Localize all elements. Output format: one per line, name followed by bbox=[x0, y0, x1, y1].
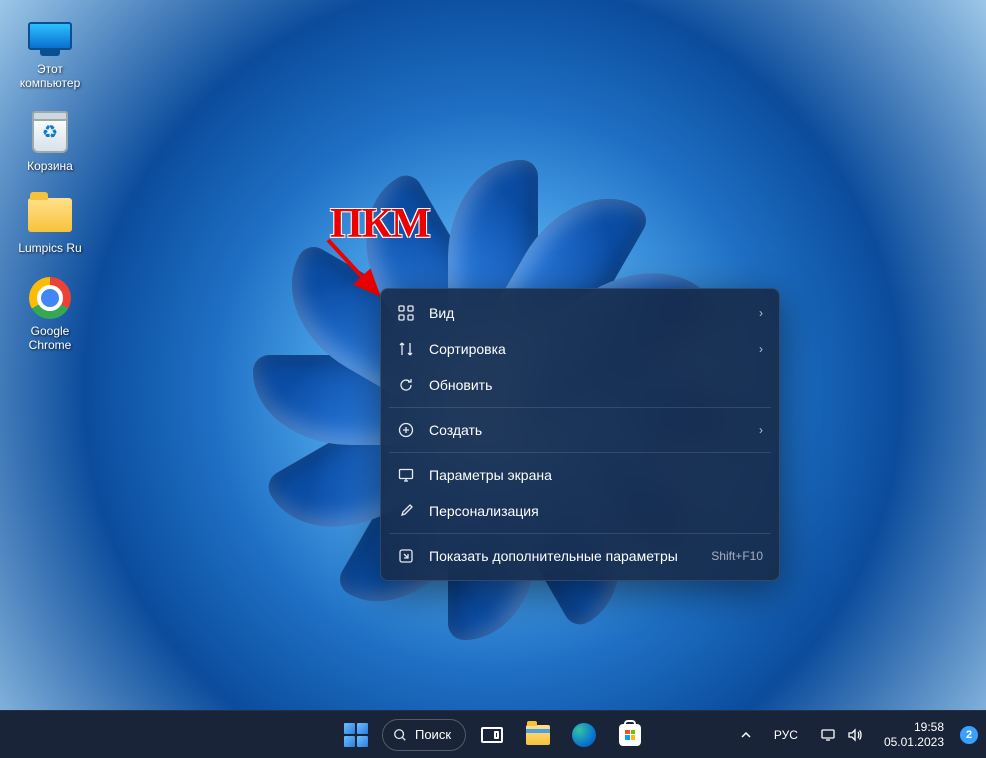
volume-icon bbox=[846, 727, 862, 743]
menu-shortcut: Shift+F10 bbox=[711, 549, 763, 563]
store-icon bbox=[619, 724, 641, 746]
menu-item-new[interactable]: Создать › bbox=[387, 412, 773, 448]
search-label: Поиск bbox=[415, 727, 451, 742]
desktop[interactable]: Этот компьютер ♻ Корзина Lumpics Ru Goog… bbox=[0, 0, 986, 710]
time-label: 19:58 bbox=[884, 720, 944, 734]
chrome-icon bbox=[29, 277, 71, 319]
explorer-button[interactable] bbox=[518, 715, 558, 755]
taskbar: Поиск РУС 19:58 05.01.2023 2 bbox=[0, 710, 986, 758]
menu-label: Вид bbox=[429, 305, 745, 321]
desktop-icon-this-pc[interactable]: Этот компьютер bbox=[8, 12, 92, 91]
brush-icon bbox=[397, 502, 415, 520]
store-button[interactable] bbox=[610, 715, 650, 755]
recycle-bin-icon: ♻ bbox=[32, 113, 68, 153]
menu-label: Показать дополнительные параметры bbox=[429, 548, 697, 564]
edge-icon bbox=[572, 723, 596, 747]
menu-item-view[interactable]: Вид › bbox=[387, 295, 773, 331]
icon-label: Google Chrome bbox=[29, 324, 72, 353]
desktop-icon-recycle-bin[interactable]: ♻ Корзина bbox=[8, 109, 92, 173]
windows-logo-icon bbox=[344, 723, 368, 747]
menu-item-refresh[interactable]: Обновить bbox=[387, 367, 773, 403]
menu-separator bbox=[389, 533, 771, 534]
folder-icon bbox=[28, 198, 72, 232]
desktop-icons: Этот компьютер ♻ Корзина Lumpics Ru Goog… bbox=[8, 12, 92, 352]
chevron-right-icon: › bbox=[759, 423, 763, 437]
icon-label: Этот компьютер bbox=[20, 62, 81, 91]
network-icon bbox=[820, 727, 836, 743]
menu-label: Параметры экрана bbox=[429, 467, 763, 483]
menu-item-sort[interactable]: Сортировка › bbox=[387, 331, 773, 367]
menu-item-more-options[interactable]: Показать дополнительные параметры Shift+… bbox=[387, 538, 773, 574]
taskbar-right: РУС 19:58 05.01.2023 2 bbox=[734, 716, 978, 753]
icon-label: Lumpics Ru bbox=[18, 241, 81, 255]
refresh-icon bbox=[397, 376, 415, 394]
monitor-icon bbox=[28, 22, 72, 50]
chevron-right-icon: › bbox=[759, 342, 763, 356]
start-button[interactable] bbox=[336, 715, 376, 755]
edge-button[interactable] bbox=[564, 715, 604, 755]
menu-separator bbox=[389, 452, 771, 453]
context-menu: Вид › Сортировка › Обновить Создать › Па… bbox=[380, 288, 780, 581]
search-button[interactable]: Поиск bbox=[382, 719, 466, 751]
folder-icon bbox=[526, 725, 550, 745]
clock-button[interactable]: 19:58 05.01.2023 bbox=[878, 716, 950, 753]
task-view-button[interactable] bbox=[472, 715, 512, 755]
taskbar-center: Поиск bbox=[336, 715, 650, 755]
menu-label: Создать bbox=[429, 422, 745, 438]
desktop-icon-folder[interactable]: Lumpics Ru bbox=[8, 191, 92, 255]
display-icon bbox=[397, 466, 415, 484]
icon-label: Корзина bbox=[27, 159, 73, 173]
system-tray[interactable] bbox=[814, 723, 868, 747]
menu-label: Сортировка bbox=[429, 341, 745, 357]
expand-icon bbox=[397, 547, 415, 565]
tray-chevron-button[interactable] bbox=[734, 725, 758, 745]
search-icon bbox=[393, 728, 407, 742]
desktop-icon-chrome[interactable]: Google Chrome bbox=[8, 274, 92, 353]
menu-label: Персонализация bbox=[429, 503, 763, 519]
chevron-right-icon: › bbox=[759, 306, 763, 320]
date-label: 05.01.2023 bbox=[884, 735, 944, 749]
chevron-up-icon bbox=[740, 729, 752, 741]
menu-label: Обновить bbox=[429, 377, 763, 393]
grid-icon bbox=[397, 304, 415, 322]
language-label: РУС bbox=[774, 728, 798, 742]
menu-item-personalize[interactable]: Персонализация bbox=[387, 493, 773, 529]
menu-item-display-settings[interactable]: Параметры экрана bbox=[387, 457, 773, 493]
menu-separator bbox=[389, 407, 771, 408]
language-button[interactable]: РУС bbox=[768, 724, 804, 746]
task-view-icon bbox=[481, 727, 503, 743]
notification-badge[interactable]: 2 bbox=[960, 726, 978, 744]
sort-icon bbox=[397, 340, 415, 358]
plus-circle-icon bbox=[397, 421, 415, 439]
